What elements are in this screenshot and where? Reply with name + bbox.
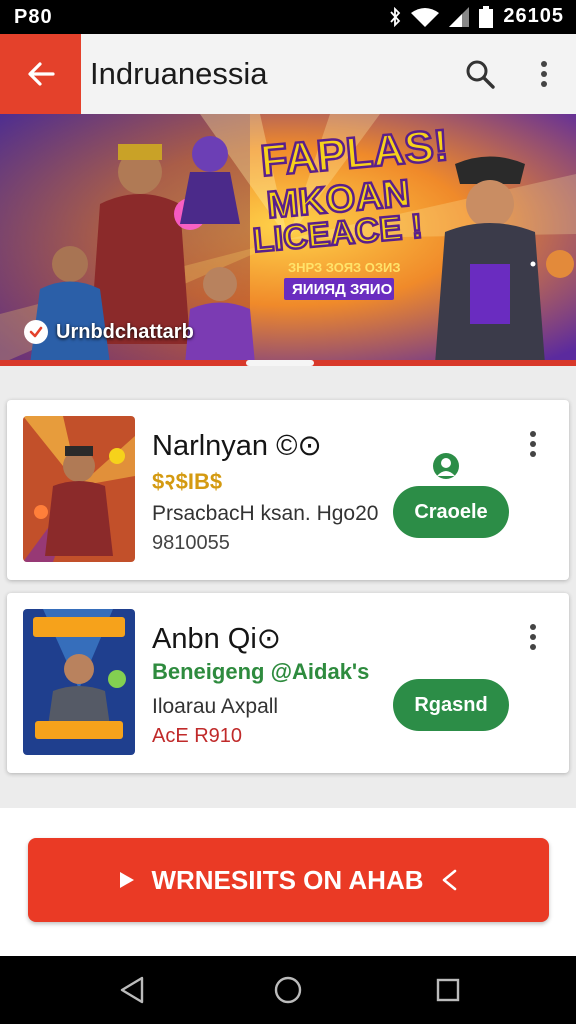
item-thumbnail (23, 609, 135, 755)
banner-caption-text: Urnbdchattarb (56, 320, 194, 343)
item-description: Iloarau Axpall (152, 695, 279, 718)
banner-subline-1: ЗНРЗ ЗОЯЗ ОЗИЗ (288, 260, 401, 275)
back-button[interactable] (0, 34, 81, 114)
item-action-button[interactable]: Rgasnd (393, 679, 509, 731)
user-avatar-icon (433, 453, 459, 479)
overflow-menu-button[interactable] (528, 54, 560, 94)
battery-icon (479, 5, 494, 28)
nav-back-button[interactable] (114, 972, 150, 1008)
circle-home-icon (274, 976, 302, 1004)
item-price: $२$IB$ (152, 469, 223, 494)
item-action-button[interactable]: Craoele (393, 486, 509, 538)
chevron-left-icon (442, 869, 456, 891)
search-button[interactable] (460, 54, 500, 94)
status-icons: 26105 (389, 5, 564, 28)
primary-cta-button[interactable]: WRNESIITS ON AHAB (28, 838, 549, 922)
square-recents-icon (436, 978, 460, 1002)
signal-icon (449, 6, 470, 27)
nav-recents-button[interactable] (430, 972, 466, 1008)
banner-dot (530, 261, 536, 267)
wifi-icon (411, 7, 440, 27)
item-overflow-button[interactable] (523, 428, 543, 460)
triangle-back-icon (120, 976, 144, 1004)
list-item[interactable]: Anbn Qi⊙ Beneigeng @Aidak's Iloarau Axpa… (7, 593, 569, 773)
banner-page-indicator (246, 360, 314, 366)
banner-caption: Urnbdchattarb (24, 320, 194, 344)
status-clock: 26105 (503, 5, 564, 27)
page-title: Indruanessia (90, 56, 268, 91)
item-price: Beneigeng @Aidak's (152, 659, 370, 684)
status-time: P80 (14, 6, 53, 28)
cta-label: WRNESIITS ON AHAB (151, 864, 424, 895)
nav-home-button[interactable] (270, 972, 306, 1008)
app-bar: Indruanessia (0, 34, 576, 114)
search-icon (466, 60, 495, 89)
item-thumbnail (23, 416, 135, 562)
arrow-back-icon (27, 62, 55, 86)
list-item[interactable]: Narlnyan ©⊙ $२$IB$ PrsacbacH ksan. Hgo20… (7, 400, 569, 580)
promo-banner[interactable]: FAPLAS! MKOAN LICEACE ! ЗНРЗ ЗОЯЗ ОЗИЗ Я… (0, 114, 576, 364)
item-meta: 9810055 (152, 532, 230, 554)
status-bar: P80 26105 (0, 0, 576, 34)
play-icon (120, 872, 135, 888)
item-title: Narlnyan ©⊙ (152, 430, 322, 462)
bluetooth-icon (390, 6, 401, 27)
item-meta: AcE R910 (152, 725, 243, 747)
item-overflow-button[interactable] (523, 621, 543, 653)
banner-subline-2: ЯИИЯД ЗЯИО (292, 281, 393, 298)
more-vert-icon (530, 624, 536, 650)
system-nav-bar (0, 956, 576, 1024)
more-vert-icon (541, 61, 547, 87)
item-description: PrsacbacH ksan. Hgo20 (152, 502, 379, 525)
verified-check-icon (24, 320, 48, 344)
item-title: Anbn Qi⊙ (152, 623, 282, 655)
more-vert-icon (530, 431, 536, 457)
